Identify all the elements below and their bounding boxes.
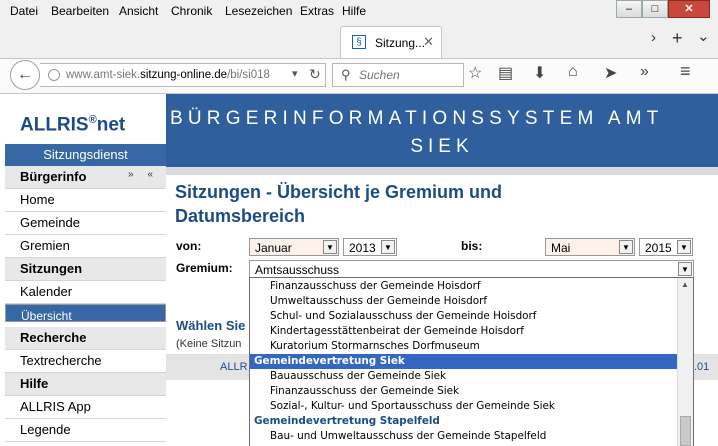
gremium-select[interactable]: Amtsausschuss ▼ [249,260,694,278]
banner-line2: SIEK [410,136,474,157]
chevron-down-icon: ▼ [677,240,691,254]
tab-list-icon[interactable]: ⌄ [697,27,710,45]
favicon-icon: § [352,35,366,49]
list-item[interactable]: Schul- und Sozialausschuss der Gemeinde … [250,309,678,324]
von-month-select[interactable]: Januar ▼ [249,238,339,256]
send-icon[interactable]: ➤ [604,63,617,83]
empty-notice: (Keine Sitzun [176,338,242,350]
list-item[interactable]: Kindertagesstättenbeirat der Gemeinde Ho… [250,324,678,339]
page-banner: BÜRGERINFORMATIONSSYSTEM AMT SIEK [166,94,718,167]
bis-year-select[interactable]: 2015 ▼ [639,238,693,256]
gremium-label: Gremium: [176,261,233,275]
list-item[interactable]: Finanzausschuss der Gemeinde Siek [250,384,678,399]
scrollbar-thumb[interactable] [680,416,691,446]
menu-ansicht[interactable]: Ansicht [119,4,158,18]
list-item[interactable]: Bau- und Umweltausschuss der Gemeinde St… [250,429,678,444]
nav-item-allris-app[interactable]: ALLRIS App [5,396,166,419]
nav-item-uebersicht[interactable]: Übersicht [5,304,166,323]
url-dropdown-icon[interactable]: ▾ [292,67,298,80]
chevron-down-icon: ▼ [323,240,337,254]
bookmark-star-icon[interactable]: ☆ [468,63,482,83]
section-heading: Wählen Sie [176,318,246,333]
menu-bearbeiten[interactable]: Bearbeiten [51,4,109,18]
hamburger-menu-icon[interactable]: ≡ [680,61,691,82]
page-title: Sitzungen - Übersicht je Gremium und Dat… [175,182,503,226]
window-controls: – □ ✕ [616,0,710,18]
collapse-expand-icon[interactable]: »« [128,169,167,180]
nav-head-sitzungen: Sitzungen [5,258,166,281]
bis-label: bis: [461,239,483,253]
nav-item-textrecherche[interactable]: Textrecherche [5,350,166,373]
search-icon: ⚲ [341,67,351,82]
list-item[interactable]: Finanzausschuss der Gemeinde Hoisdorf [250,279,678,294]
nav-item-kalender[interactable]: Kalender [5,281,166,304]
list-item[interactable]: Bauausschuss der Gemeinde Siek [250,369,678,384]
allris-logo: ALLRIS®net [5,94,166,144]
list-item[interactable]: Sozial-, Kultur- und Sportausschuss der … [250,399,678,414]
list-group-highlighted[interactable]: Gemeindevertretung Siek [250,354,678,369]
maximize-button[interactable]: □ [642,0,668,18]
list-group[interactable]: Gemeindevertretung Stapelfeld [250,414,678,429]
close-tab-icon[interactable]: ✕ [423,34,434,50]
menu-chronik[interactable]: Chronik [171,4,212,18]
menu-datei[interactable]: Datei [10,4,38,18]
nav-head-hilfe: Hilfe [5,373,166,396]
download-icon[interactable]: ⬇ [533,63,546,83]
globe-icon [48,69,60,81]
menu-extras[interactable]: Extras [300,4,334,18]
tab-scroll-icon[interactable]: › [651,29,656,46]
nav-item-gremien[interactable]: Gremien [5,235,166,258]
nav-head-recherche: Recherche [5,327,166,350]
search-input[interactable] [357,67,461,83]
von-year-select[interactable]: 2013 ▼ [343,238,397,256]
banner-line1: BÜRGERINFORMATIONSSYSTEM AMT [170,108,664,129]
back-button[interactable]: ← [10,60,40,90]
browser-tab[interactable]: § Sitzung... ✕ [340,26,442,58]
close-window-button[interactable]: ✕ [668,0,710,18]
list-item[interactable]: Umweltausschuss der Gemeinde Hoisdorf [250,294,678,309]
minimize-button[interactable]: – [616,0,642,18]
list-item[interactable]: Kuratorium Stormarnsches Dorfmuseum [250,339,678,354]
dropdown-scrollbar[interactable]: ▲ [677,278,693,446]
menu-hilfe[interactable]: Hilfe [342,4,366,18]
chevron-down-icon: ▼ [619,240,633,254]
search-box[interactable]: ⚲ [332,63,464,87]
url-text: www.amt-siek.sitzung-online.de/bi/si018 [66,69,270,81]
nav-item-legende[interactable]: Legende [5,419,166,442]
footer-right-text: .01 [694,361,710,373]
home-icon[interactable]: ⌂ [568,63,578,81]
chevron-down-icon: ▼ [381,240,395,254]
overflow-icon[interactable]: » [640,63,649,81]
reading-list-icon[interactable]: ▤ [498,63,513,83]
banner-divider [166,167,718,175]
menu-lesezeichen[interactable]: Lesezeichen [225,4,292,18]
tab-title: Sitzung... [375,36,426,50]
url-bar[interactable]: www.amt-siek.sitzung-online.de/bi/si018 … [40,63,326,87]
footer-left-text: ALLR [220,361,248,373]
scroll-up-icon[interactable]: ▲ [681,280,689,289]
menu-bar: Datei Bearbeiten Ansicht Chronik Lesezei… [0,0,718,22]
new-tab-icon[interactable]: + [672,28,683,49]
service-label: Sitzungsdienst [5,144,166,166]
chevron-down-icon: ▼ [678,262,692,276]
reload-icon[interactable]: ↻ [309,66,321,83]
bis-month-select[interactable]: Mai ▼ [545,238,635,256]
gremium-dropdown-list: Finanzausschuss der Gemeinde Hoisdorf Um… [249,277,694,446]
nav-item-home[interactable]: Home [5,189,166,212]
von-label: von: [176,239,202,253]
nav-item-gemeinde[interactable]: Gemeinde [5,212,166,235]
